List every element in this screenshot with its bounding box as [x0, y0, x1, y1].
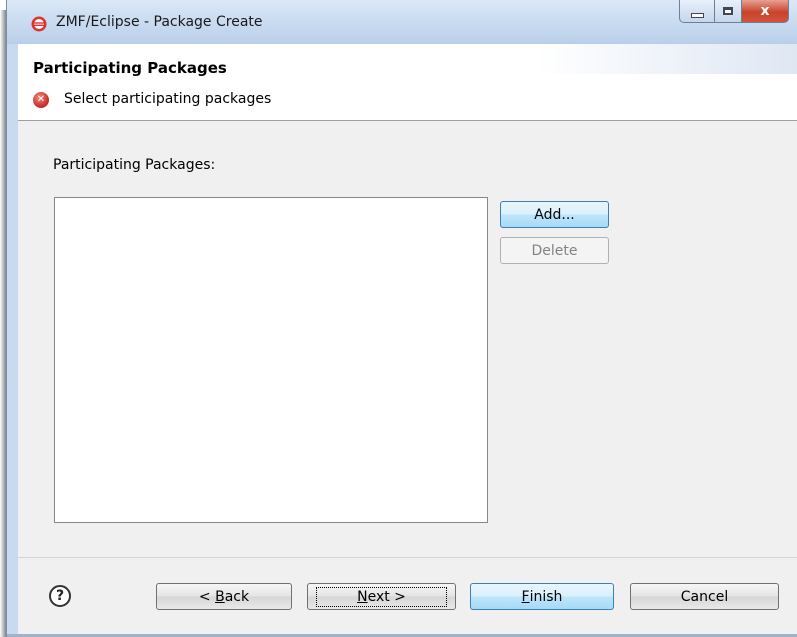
- wizard-content: Participating Packages: Add... Delete: [18, 121, 797, 557]
- maximize-button[interactable]: [715, 0, 742, 23]
- back-button[interactable]: < Back: [156, 583, 292, 610]
- next-button[interactable]: Next >: [307, 583, 456, 610]
- close-icon: x: [760, 3, 770, 19]
- next-focus-ring: Next >: [316, 586, 447, 607]
- back-label-rest: ack: [224, 588, 250, 605]
- delete-button: Delete: [500, 237, 609, 264]
- banner-message: Select participating packages: [64, 91, 272, 107]
- finish-label-rest: inish: [529, 588, 563, 605]
- help-icon[interactable]: ?: [49, 585, 71, 607]
- maximize-icon: [723, 7, 733, 15]
- error-icon: ✕: [33, 92, 49, 108]
- back-prefix: <: [198, 588, 216, 605]
- finish-button[interactable]: Finish: [470, 583, 614, 610]
- minimize-icon: [690, 12, 704, 18]
- window-title: ZMF/Eclipse - Package Create: [56, 14, 263, 30]
- minimize-button[interactable]: [679, 0, 715, 23]
- banner-decoration: [537, 44, 797, 74]
- title-bar[interactable]: ZMF/Eclipse - Package Create x: [7, 0, 797, 44]
- close-button[interactable]: x: [742, 0, 789, 23]
- next-mnemonic: N: [357, 588, 368, 605]
- eclipse-app-icon: [31, 16, 47, 32]
- finish-mnemonic: F: [521, 588, 530, 605]
- cancel-button[interactable]: Cancel: [630, 583, 779, 610]
- participating-packages-label: Participating Packages:: [53, 157, 216, 173]
- participating-packages-list[interactable]: [54, 197, 488, 523]
- wizard-banner: Participating Packages ✕ Select particip…: [18, 44, 797, 121]
- window-controls: x: [679, 0, 789, 26]
- next-label-rest: ext >: [367, 588, 406, 605]
- page-title: Participating Packages: [33, 59, 227, 77]
- back-mnemonic: B: [215, 588, 225, 605]
- add-button[interactable]: Add...: [500, 201, 609, 228]
- wizard-footer: ? < Back Next > Finish Cancel: [18, 558, 797, 637]
